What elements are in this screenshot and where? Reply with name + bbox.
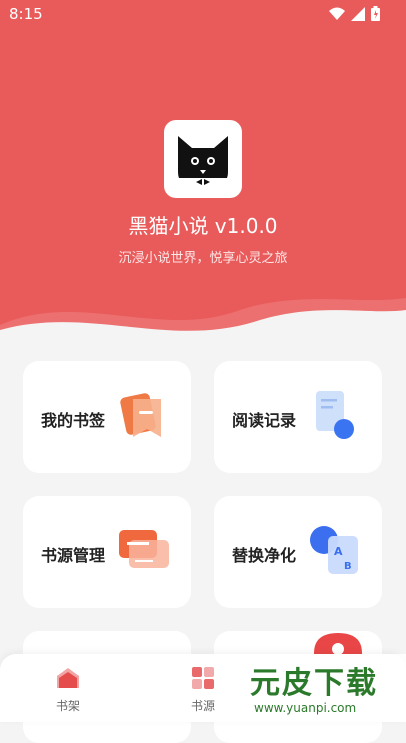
tab-label: 书架 — [55, 699, 80, 713]
book-source-icon — [192, 667, 214, 689]
wifi-icon — [329, 7, 345, 20]
status-time: 8:15 — [9, 5, 43, 23]
app-title: 黑猫小说 v1.0.0 — [128, 214, 278, 238]
bookmark-icon — [120, 393, 161, 437]
replace-purify-card[interactable]: 替换净化 A B — [214, 496, 382, 608]
reading-history-icon — [316, 391, 354, 439]
svg-text:A: A — [334, 545, 343, 558]
source-manage-card[interactable]: 书源管理 — [23, 496, 191, 608]
reading-history-card[interactable]: 阅读记录 — [214, 361, 382, 473]
tab-label: 书源 — [190, 699, 215, 713]
status-bar: 8:15 — [0, 0, 406, 28]
app-subtitle: 沉浸小说世界，悦享心灵之旅 — [118, 251, 288, 266]
source-manage-icon — [119, 530, 169, 568]
bookshelf-icon — [57, 668, 79, 688]
wave-decoration — [0, 298, 406, 340]
app-logo — [164, 120, 242, 198]
bookmark-card[interactable]: 我的书签 — [23, 361, 191, 473]
watermark-text: 元皮下载 — [250, 666, 378, 701]
card-label: 替换净化 — [232, 546, 297, 565]
card-label: 书源管理 — [41, 546, 106, 565]
tab-bookshelf[interactable]: 书架 — [38, 666, 98, 714]
watermark-url: www.yuanpi.com — [254, 701, 357, 715]
tab-book-source[interactable]: 书源 — [173, 666, 233, 714]
signal-icon — [351, 6, 365, 21]
watermark: 元皮下载 www.yuanpi.com — [236, 654, 406, 722]
card-label: 我的书签 — [41, 411, 106, 430]
black-cat-icon — [172, 136, 234, 190]
svg-text:B: B — [344, 561, 352, 572]
card-label: 阅读记录 — [232, 411, 297, 430]
replace-purify-icon: A B — [310, 526, 358, 574]
battery-icon — [371, 6, 380, 21]
